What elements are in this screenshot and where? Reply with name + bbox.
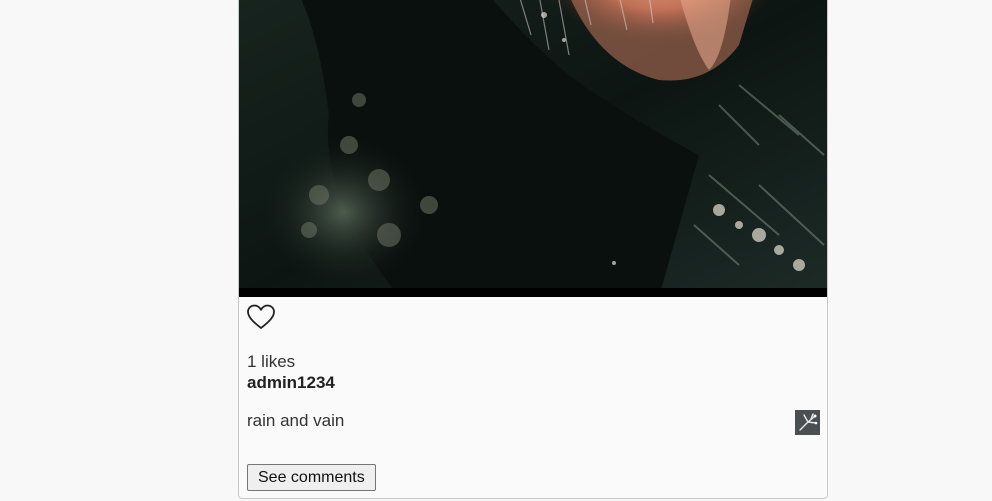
post-card: 1 likes admin1234 rain and vain See comm… bbox=[238, 0, 828, 499]
post-author[interactable]: admin1234 bbox=[247, 373, 335, 393]
heart-icon bbox=[246, 304, 276, 334]
avatar-image bbox=[795, 410, 820, 435]
post-image-art bbox=[239, 0, 827, 297]
post-image bbox=[239, 0, 827, 297]
likes-count: 1 likes bbox=[247, 352, 296, 371]
avatar[interactable] bbox=[795, 410, 820, 435]
see-comments-button[interactable]: See comments bbox=[247, 464, 376, 491]
like-button[interactable] bbox=[246, 303, 276, 331]
post-caption: rain and vain bbox=[247, 411, 345, 430]
